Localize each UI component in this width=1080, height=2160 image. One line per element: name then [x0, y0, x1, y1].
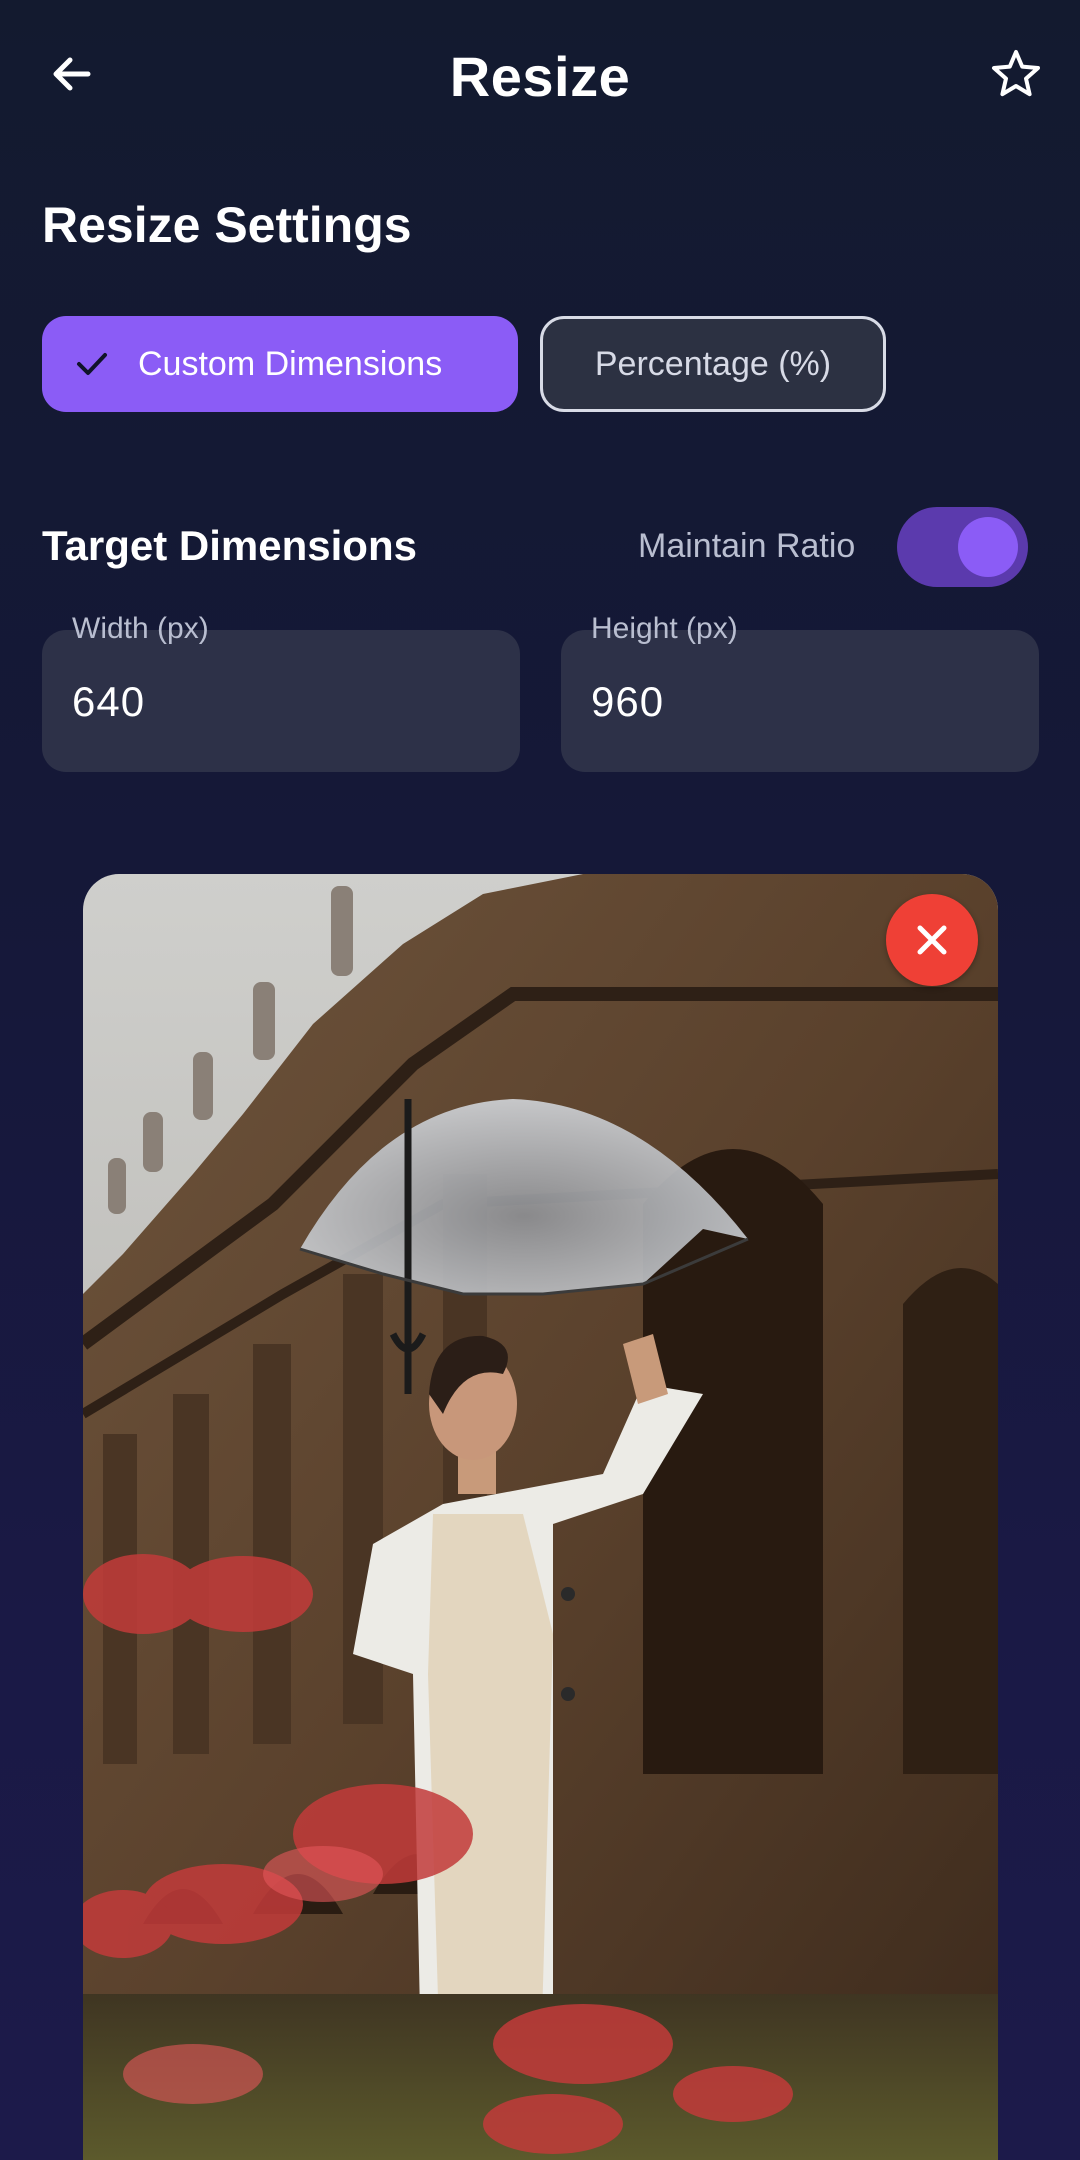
checkmark-icon	[72, 344, 112, 384]
width-value[interactable]: 640	[72, 678, 145, 726]
chip-label: Percentage (%)	[594, 344, 832, 383]
close-icon	[917, 925, 947, 955]
height-label: Height (px)	[591, 612, 738, 645]
image-preview	[83, 874, 998, 2160]
preview-photo	[83, 874, 998, 2160]
remove-image-button[interactable]	[886, 894, 978, 986]
width-label: Width (px)	[72, 612, 209, 645]
toggle-knob	[958, 517, 1018, 577]
page-title: Resize	[449, 45, 631, 108]
chip-label: Custom Dimensions	[138, 344, 443, 383]
height-field[interactable]: Height (px) 960	[561, 612, 1039, 772]
favorite-button[interactable]	[984, 42, 1048, 106]
width-field[interactable]: Width (px) 640	[42, 612, 520, 772]
maintain-ratio-toggle[interactable]	[897, 507, 1028, 587]
mode-chip-custom-dimensions[interactable]: Custom Dimensions	[42, 316, 518, 412]
target-dimensions-title: Target Dimensions	[42, 522, 417, 569]
star-outline-icon	[992, 50, 1040, 97]
mode-chip-percentage[interactable]: Percentage (%)	[540, 316, 886, 412]
section-title: Resize Settings	[42, 197, 412, 253]
height-value[interactable]: 960	[591, 678, 664, 726]
top-app-bar: Resize	[0, 0, 1080, 150]
maintain-ratio-label: Maintain Ratio	[638, 527, 856, 565]
